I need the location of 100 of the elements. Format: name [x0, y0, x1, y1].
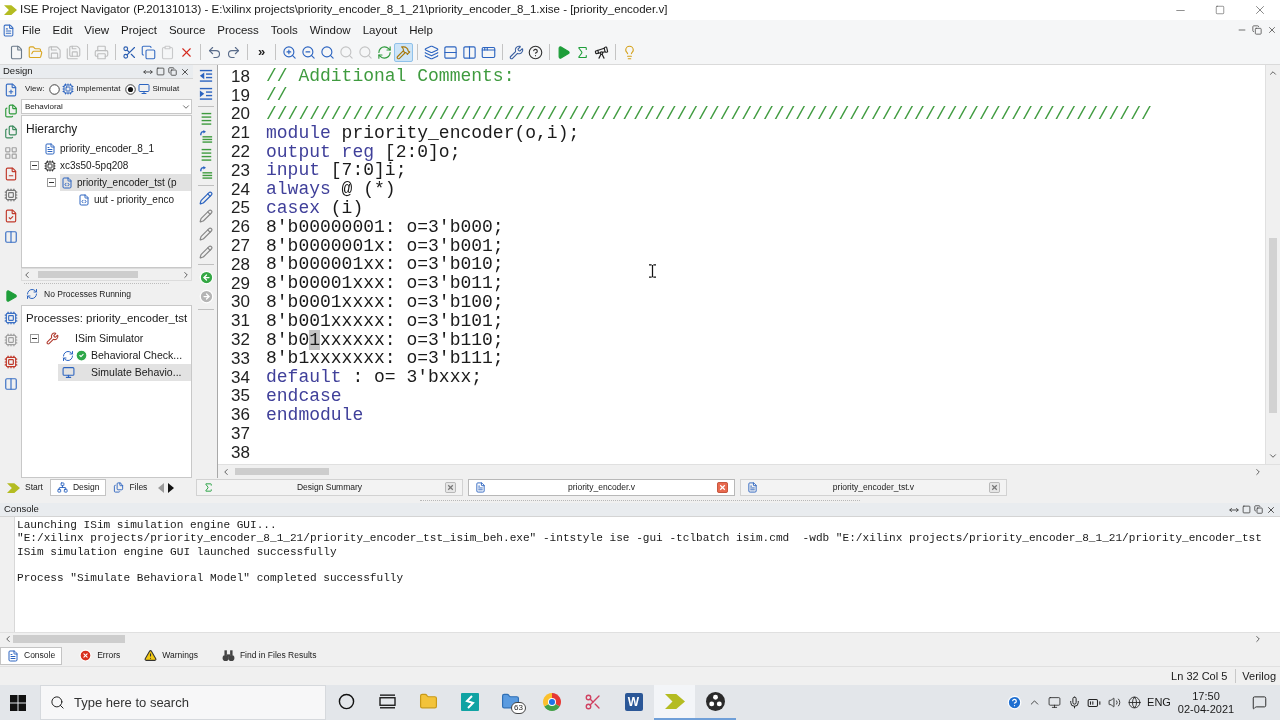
- tree-item[interactable]: Simulate Behavio...: [58, 364, 191, 382]
- pencil-icon[interactable]: [199, 209, 213, 223]
- bottom-tab[interactable]: Warnings: [137, 646, 205, 665]
- document-tab[interactable]: Design Summary: [196, 479, 463, 496]
- help-icon[interactable]: [1006, 695, 1022, 710]
- input-language[interactable]: ENG: [1144, 694, 1174, 711]
- scroll-up-icon[interactable]: [1268, 68, 1278, 78]
- menu-item[interactable]: Help: [403, 21, 439, 39]
- menu-item[interactable]: View: [78, 21, 116, 39]
- microphone-icon[interactable]: [1067, 696, 1081, 709]
- grid-icon[interactable]: [3, 146, 18, 160]
- pencil-icon[interactable]: [199, 191, 213, 205]
- panel-title: Console: [4, 502, 39, 517]
- scrollbar[interactable]: [21, 268, 192, 281]
- monitor-icon: [62, 366, 75, 380]
- tree-item[interactable]: Behavioral Check...: [58, 347, 191, 365]
- close-icon[interactable]: [989, 482, 1000, 493]
- document-tab[interactable]: priority_encoder_tst.v: [740, 479, 1007, 496]
- taskbar-button[interactable]: 63: [490, 685, 531, 720]
- menu-item[interactable]: Process: [211, 21, 265, 39]
- monitor-icon[interactable]: [1047, 696, 1061, 709]
- tree-item[interactable]: ISim Simulator: [42, 330, 191, 348]
- scrollbar[interactable]: [1265, 65, 1280, 464]
- close-icon[interactable]: [180, 66, 190, 77]
- close-icon[interactable]: [1266, 504, 1276, 515]
- page-check-icon[interactable]: [3, 209, 18, 223]
- tree-item[interactable]: priority_encoder_tst (p: [60, 174, 191, 191]
- chip-icon[interactable]: [3, 355, 18, 369]
- pages-icon[interactable]: [3, 104, 18, 118]
- indent-icon[interactable]: [199, 87, 213, 101]
- scrollbar-thumb[interactable]: [1269, 238, 1277, 413]
- scrollbar-thumb[interactable]: [13, 635, 125, 643]
- maximize-icon[interactable]: [1242, 505, 1251, 514]
- menu-item[interactable]: Project: [115, 21, 163, 39]
- menu-item[interactable]: File: [16, 21, 47, 39]
- document-tab[interactable]: priority_encoder.v: [468, 479, 735, 496]
- panel-tab[interactable]: Design: [49, 479, 107, 496]
- panes-icon[interactable]: [3, 230, 18, 244]
- collapse-icon[interactable]: [29, 334, 39, 344]
- lines-arrow-icon[interactable]: [199, 130, 213, 144]
- scroll-down-icon[interactable]: [1268, 451, 1278, 461]
- tree-item[interactable]: xc3s50-5pq208: [43, 157, 191, 174]
- scroll-right-icon[interactable]: [167, 481, 176, 494]
- restore-icon[interactable]: [1254, 505, 1263, 514]
- tree-item[interactable]: priority_encoder_8_1: [43, 140, 191, 157]
- play-icon[interactable]: [3, 289, 18, 303]
- taskbar-button[interactable]: W: [613, 685, 654, 720]
- close-icon[interactable]: [1267, 25, 1277, 35]
- collapse-icon[interactable]: [47, 178, 56, 187]
- menu-item[interactable]: Edit: [46, 21, 79, 39]
- outdent-icon[interactable]: [199, 69, 213, 83]
- close-icon[interactable]: [717, 482, 728, 493]
- radio-button[interactable]: [125, 83, 137, 95]
- menu-item[interactable]: Source: [162, 21, 212, 39]
- right-arrow-circle-icon[interactable]: [198, 289, 214, 304]
- left-arrow-circle-icon[interactable]: [198, 270, 214, 285]
- speaker-icon[interactable]: [1107, 696, 1121, 709]
- scroll-left-icon[interactable]: [22, 269, 32, 280]
- chip-icon[interactable]: [3, 333, 18, 347]
- scrollbar[interactable]: [218, 464, 1280, 478]
- pencil-icon[interactable]: [199, 245, 213, 259]
- lines-icon[interactable]: [199, 112, 213, 126]
- chip-icon[interactable]: [3, 188, 18, 202]
- menu-item[interactable]: Window: [303, 21, 357, 39]
- bottom-tab[interactable]: Find in Files Results: [214, 646, 324, 665]
- tree-item[interactable]: uut - priority_enco: [77, 191, 191, 208]
- globe-icon[interactable]: [1127, 696, 1141, 709]
- lines-icon[interactable]: [199, 148, 213, 162]
- close-icon[interactable]: [445, 482, 456, 493]
- panel-tab[interactable]: Start: [0, 479, 50, 496]
- bottom-tab[interactable]: Errors: [72, 646, 128, 665]
- pages-icon[interactable]: [3, 125, 18, 139]
- panel-tab[interactable]: Files: [106, 479, 155, 496]
- chip-icon[interactable]: [3, 311, 18, 325]
- lines-arrow-icon[interactable]: [199, 166, 213, 180]
- notification-icon[interactable]: [1251, 695, 1267, 710]
- menu-item[interactable]: Tools: [264, 21, 304, 39]
- close-icon[interactable]: [1253, 3, 1267, 17]
- maximize-icon[interactable]: [156, 67, 165, 76]
- clock[interactable]: 17:50 02-04-2021: [1174, 689, 1238, 716]
- scroll-left-icon[interactable]: [221, 466, 231, 477]
- view-dropdown[interactable]: Behavioral: [21, 99, 192, 114]
- scroll-left-icon[interactable]: [3, 634, 13, 644]
- radio-button[interactable]: [49, 83, 61, 95]
- four-squares-icon[interactable]: [10, 694, 26, 711]
- overflow-button[interactable]: »: [252, 42, 271, 62]
- pencil-icon[interactable]: [199, 227, 213, 241]
- page-plus-icon[interactable]: [3, 83, 18, 97]
- scrollbar-thumb[interactable]: [235, 468, 329, 475]
- maximize-icon[interactable]: [1215, 5, 1225, 15]
- restore-icon[interactable]: [168, 67, 177, 76]
- restore-icon[interactable]: [1252, 25, 1262, 35]
- bottom-tab[interactable]: Console: [0, 646, 63, 665]
- scrollbar[interactable]: [0, 632, 1280, 645]
- panes-icon[interactable]: [3, 377, 18, 391]
- search-field[interactable]: Type here to search: [40, 685, 326, 720]
- collapse-icon[interactable]: [30, 161, 39, 170]
- menu-item[interactable]: Layout: [356, 21, 404, 39]
- scrollbar-thumb[interactable]: [38, 271, 138, 278]
- page-minus-icon[interactable]: [3, 167, 18, 181]
